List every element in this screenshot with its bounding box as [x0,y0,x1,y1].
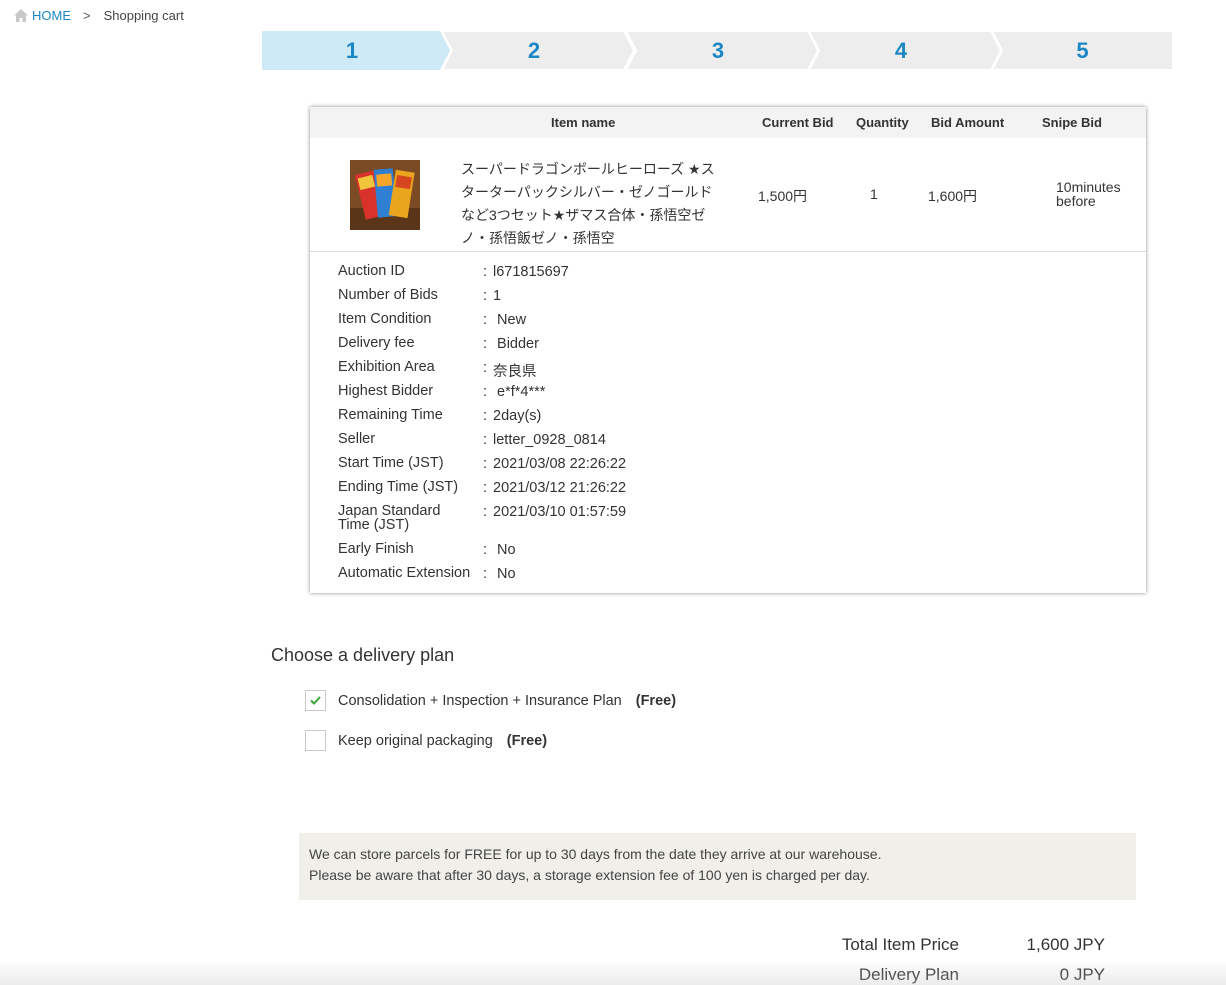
item-current-bid: 1,500円 [758,188,808,204]
detail-value: 1 [493,288,502,304]
header-quantity: Quantity [856,115,909,130]
detail-label: Highest Bidder [338,383,434,399]
step-5-number: 5 [1076,38,1089,63]
detail-label: Item Condition [338,311,432,327]
item-bid-amount: 1,600円 [928,188,978,204]
home-icon [14,9,28,22]
detail-label: Ending Time (JST) [338,479,459,495]
detail-label: Number of Bids [338,287,438,303]
detail-value: 奈良県 [493,364,537,380]
option-price: (Free) [506,732,548,749]
detail-label: Auction ID [338,263,405,279]
item-name-link[interactable]: スーパードラゴンボールヒーローズ ★スターターパックシルバー・ゼノゴールドなど3… [461,158,723,250]
detail-value: l671815697 [493,264,569,280]
price-totals: Total Item Price 1,600 JPY Delivery Plan… [815,935,1105,985]
delivery-option-original-packaging[interactable]: Keep original packaging (Free) [305,730,547,751]
delivery-plan-price-row: Delivery Plan 0 JPY [815,965,1105,985]
step-3-number: 3 [711,38,725,63]
detail-colon: : [483,480,488,496]
detail-label: Japan Standard Time (JST) [338,503,441,533]
breadcrumb-current: Shopping cart [103,8,184,23]
detail-colon: : [483,312,488,328]
detail-value: No [493,566,516,582]
snipe-bid-line-2: before [1056,193,1096,209]
total-item-price-row: Total Item Price 1,600 JPY [815,935,1105,965]
detail-colon: : [483,566,488,582]
detail-label: Delivery fee [338,335,415,351]
table-row: スーパードラゴンボールヒーローズ ★スターターパックシルバー・ゼノゴールドなど3… [310,138,1146,252]
breadcrumb-home-link[interactable]: HOME [32,8,71,23]
total-value: 1,600 JPY [1026,935,1105,954]
original-packaging-checkbox[interactable] [305,730,326,751]
detail-value: e*f*4*** [493,384,546,400]
item-quantity: 1 [870,186,878,202]
step-4-number: 4 [894,38,908,63]
detail-colon: : [483,384,488,400]
detail-colon: : [483,408,488,424]
detail-value: 2021/03/08 22:26:22 [493,456,627,472]
step-5: 5 [992,31,1173,70]
detail-value: 2day(s) [493,408,542,424]
breadcrumb-separator: > [83,8,91,23]
detail-colon: : [483,432,488,448]
total-label: Delivery Plan [858,965,959,984]
header-bid-amount: Bid Amount [931,115,1005,130]
detail-label: Remaining Time [338,407,443,423]
delivery-option-consolidation[interactable]: Consolidation + Inspection + Insurance P… [305,690,676,711]
consolidation-checkbox[interactable] [305,690,326,711]
detail-value: No [493,542,516,558]
detail-colon: : [483,456,488,472]
detail-colon: : [483,264,488,280]
option-label: Keep original packaging [338,732,493,749]
option-price: (Free) [635,692,677,709]
detail-colon: : [483,360,488,376]
notice-line-1: We can store parcels for FREE for up to … [309,846,882,862]
option-label: Consolidation + Inspection + Insurance P… [338,692,622,709]
item-thumbnail[interactable] [350,160,420,230]
detail-label: Early Finish [338,541,414,557]
item-snipe-bid: 10minutes before [1056,180,1121,208]
detail-label: Start Time (JST) [338,455,444,471]
detail-value: 2021/03/10 01:57:59 [493,504,627,520]
detail-colon: : [483,542,488,558]
cart-item-card: Item name Current Bid Quantity Bid Amoun… [310,107,1146,593]
detail-label: Seller [338,431,376,447]
step-3: 3 [626,31,818,70]
step-1: 1 [262,31,450,70]
detail-label: Automatic Extension [338,565,471,581]
header-item-name: Item name [551,115,616,130]
notice-line-2: Please be aware that after 30 days, a st… [309,867,870,883]
detail-value: 2021/03/12 21:26:22 [493,480,627,496]
storage-notice: We can store parcels for FREE for up to … [299,833,1136,900]
total-value: 0 JPY [1059,965,1105,984]
header-snipe-bid: Snipe Bid [1042,115,1102,130]
header-current-bid: Current Bid [762,115,834,130]
detail-colon: : [483,336,488,352]
snipe-bid-line-1: 10minutes [1056,179,1121,195]
detail-label: Exhibition Area [338,359,435,375]
detail-colon: : [483,504,488,520]
step-2-number: 2 [527,38,541,63]
checkout-steps: 1 2 3 4 5 [262,31,1173,70]
total-label: Total Item Price [841,935,959,954]
breadcrumb: HOME > Shopping cart [14,8,184,23]
step-1-number: 1 [345,38,359,63]
table-header: Item name Current Bid Quantity Bid Amoun… [310,107,1146,138]
detail-value: New [493,312,527,328]
step-4: 4 [809,31,1001,70]
detail-value: letter_0928_0814 [493,432,606,448]
detail-colon: : [483,288,488,304]
delivery-plan-title: Choose a delivery plan [271,645,455,665]
step-2: 2 [442,31,634,70]
check-icon [310,696,321,705]
detail-value: Bidder [493,336,539,352]
